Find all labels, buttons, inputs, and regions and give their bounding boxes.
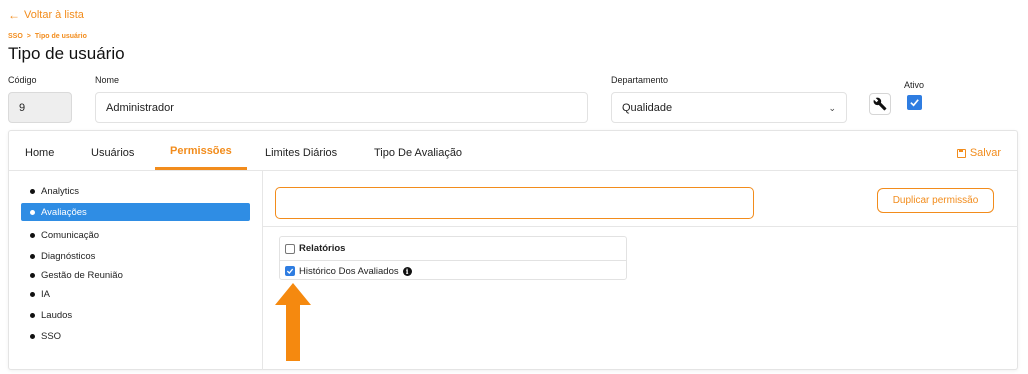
sidebar-item-label: Diagnósticos [41,250,96,262]
page-title: Tipo de usuário [8,44,125,63]
sidebar-item-diagnosticos[interactable]: Diagnósticos [21,247,250,265]
nome-label: Nome [95,75,120,85]
sidebar-item-label: Comunicação [41,229,100,241]
breadcrumb-separator: > [26,33,31,40]
permission-item[interactable]: Histórico Dos Avaliados i [280,261,626,281]
check-icon [910,99,919,107]
active-tab-indicator [155,167,247,170]
codigo-label: Código [8,75,37,85]
horizontal-divider [263,226,1018,227]
permission-search-input[interactable] [275,187,754,219]
duplicate-permission-button[interactable]: Duplicar permissão [877,188,994,213]
departamento-label: Departamento [611,75,669,85]
annotation-arrow-icon [275,283,311,361]
sidebar-item-gestao-de-reuniao[interactable]: Gestão de Reunião [21,266,250,284]
bullet-icon [30,188,35,194]
save-label: Salvar [969,147,1001,159]
vertical-divider [262,171,263,370]
bullet-icon [30,253,35,259]
chevron-down-icon: ⌄ [828,103,836,113]
bullet-icon [30,209,35,215]
ativo-label: Ativo [904,80,925,90]
sidebar-item-comunicacao[interactable]: Comunicação [21,226,250,244]
permissions-card: Home Usuários Permissões Limites Diários… [8,130,1018,370]
permission-item-label: Histórico Dos Avaliados [299,265,399,277]
back-link-label: Voltar à lista [24,9,84,21]
codigo-value: 9 [19,101,26,114]
bullet-icon [30,291,35,297]
permission-group-header[interactable]: Relatórios [280,237,626,261]
page: ← Voltar à lista SSO > Tipo de usuário T… [0,0,1028,374]
sidebar-item-label: Gestão de Reunião [41,269,123,281]
bullet-icon [30,312,35,318]
tab-permissoes[interactable]: Permissões [170,145,232,157]
tab-limites-diarios[interactable]: Limites Diários [265,147,337,159]
breadcrumb-root[interactable]: SSO [8,33,23,40]
sidebar-item-analytics[interactable]: Analytics [21,182,250,200]
tab-tipo-de-avaliacao[interactable]: Tipo De Avaliação [374,147,462,159]
sidebar-item-sso[interactable]: SSO [21,327,250,345]
sidebar-item-ia[interactable]: IA [21,285,250,303]
sidebar-item-laudos[interactable]: Laudos [21,306,250,324]
info-icon[interactable]: i [402,266,412,276]
sidebar-item-label: Laudos [41,309,73,321]
nome-value: Administrador [106,101,174,114]
permission-checkbox[interactable] [285,266,295,276]
departamento-select[interactable]: Qualidade ⌄ [611,92,847,123]
ativo-checkbox[interactable] [907,95,922,110]
sidebar-item-label: SSO [41,330,62,342]
back-to-list-link[interactable]: ← Voltar à lista [8,9,84,21]
config-button[interactable] [869,93,891,115]
codigo-field: 9 [8,92,72,123]
wrench-icon [873,97,887,111]
breadcrumb-current: Tipo de usuário [34,33,87,40]
sidebar-item-label: Analytics [41,185,80,197]
bullet-icon [30,272,35,278]
bullet-icon [30,333,35,339]
tab-usuarios[interactable]: Usuários [91,147,134,159]
departamento-value: Qualidade [622,101,673,114]
permission-group-panel: Relatórios Histórico Dos Avaliados i [279,236,627,280]
breadcrumb: SSO > Tipo de usuário [8,33,87,40]
sidebar-item-label: IA [41,288,50,300]
sidebar-item-avaliacoes[interactable]: Avaliações [21,203,250,221]
arrow-left-icon: ← [8,8,20,22]
tab-home[interactable]: Home [25,147,54,159]
save-button[interactable]: Salvar [956,147,1001,159]
check-icon [286,268,294,274]
save-icon [956,148,966,158]
sidebar-item-label: Avaliações [41,206,87,218]
tab-bar: Home Usuários Permissões Limites Diários… [9,131,1017,171]
group-checkbox[interactable] [285,243,295,254]
permission-group-label: Relatórios [299,243,346,254]
nome-field[interactable]: Administrador [95,92,588,123]
bullet-icon [30,232,35,238]
